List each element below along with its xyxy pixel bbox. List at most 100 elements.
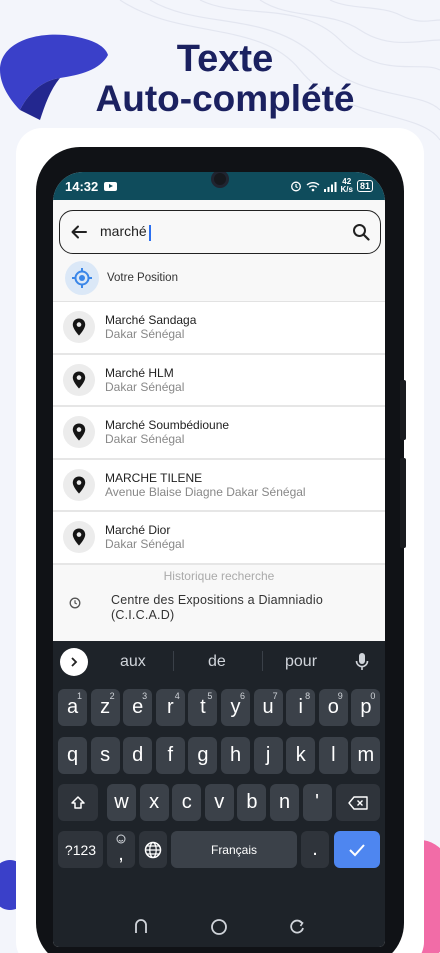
youtube-icon: [104, 181, 118, 191]
key-row-2: qsdfghjklm: [53, 737, 385, 775]
microphone-icon[interactable]: [355, 652, 369, 672]
key-r3-3[interactable]: v: [204, 784, 234, 821]
key-row-3: w x c v b n ': [53, 784, 385, 822]
key-r1-1[interactable]: z2: [90, 689, 120, 726]
network-speed: 42 K/s: [340, 177, 353, 194]
result-name: Marché Dior: [105, 523, 171, 538]
location-pin-icon: [63, 363, 95, 396]
period-key[interactable]: .: [301, 831, 329, 868]
location-pin-icon: [63, 311, 95, 344]
key-r1-9[interactable]: p0: [351, 689, 381, 726]
key-r2-3[interactable]: f: [155, 737, 185, 774]
key-r2-5[interactable]: h: [221, 737, 250, 774]
result-address: Dakar Sénégal: [105, 537, 185, 552]
back-arrow-icon[interactable]: [70, 223, 88, 241]
navigation-bar: [53, 907, 385, 947]
location-pin-icon: [63, 468, 95, 501]
search-input[interactable]: marché: [100, 223, 352, 241]
result-item[interactable]: MARCHE TILENE Avenue Blaise Diagne Dakar …: [53, 459, 385, 512]
nav-home-icon[interactable]: [210, 918, 228, 936]
phone-power-button: [400, 458, 406, 548]
gps-target-icon: [65, 260, 99, 295]
result-address: Dakar Sénégal: [105, 432, 185, 447]
key-r3-0[interactable]: w: [107, 784, 136, 821]
history-item[interactable]: Centre des Expositions a Diamniadio (C.I.…: [53, 585, 385, 633]
status-bar: 14:32 42 K/s 81: [53, 172, 385, 200]
key-r1-3[interactable]: r4: [155, 689, 185, 726]
location-pin-icon: [63, 521, 95, 554]
space-key[interactable]: Français: [171, 831, 297, 868]
key-r2-4[interactable]: g: [188, 737, 218, 774]
wifi-icon: [306, 181, 319, 191]
result-name: Marché Soumbédioune: [105, 418, 230, 433]
key-r3-6[interactable]: ': [302, 784, 332, 821]
key-r2-6[interactable]: j: [253, 737, 283, 774]
suggestion-3[interactable]: pour: [285, 653, 317, 671]
emoji-comma-key[interactable]: ,: [107, 831, 135, 868]
key-r2-0[interactable]: q: [58, 737, 87, 774]
symbols-key[interactable]: ?123: [58, 831, 103, 868]
key-r2-9[interactable]: m: [351, 737, 381, 774]
result-name: Marché HLM: [105, 365, 174, 380]
key-r1-7[interactable]: i8: [286, 689, 316, 726]
nav-recents-icon[interactable]: [133, 919, 149, 935]
shift-key[interactable]: [58, 784, 98, 821]
results-list: Marché Sandaga Dakar Sénégal Marché HLM Dak…: [53, 302, 385, 565]
key-r3-1[interactable]: x: [139, 784, 169, 821]
camera-notch: [211, 172, 229, 188]
history-text-line1: Centre des Expositions a Diamniadio: [111, 592, 323, 607]
battery-indicator: 81: [356, 180, 373, 192]
location-pin-icon: [63, 416, 95, 449]
current-position-label: Votre Position: [107, 271, 178, 284]
key-row-4: ?123 , Français .: [53, 831, 385, 869]
key-r2-2[interactable]: d: [123, 737, 153, 774]
backspace-key[interactable]: [336, 784, 380, 821]
enter-key[interactable]: [334, 831, 380, 868]
history-list: Centre des Expositions a Diamniadio (C.I.…: [53, 585, 385, 633]
key-r1-6[interactable]: u7: [253, 689, 283, 726]
signal-icon: [323, 181, 337, 192]
key-r2-8[interactable]: l: [318, 737, 348, 774]
key-r1-0[interactable]: a1: [58, 689, 87, 726]
key-r1-5[interactable]: y6: [221, 689, 250, 726]
phone-volume-button: [400, 380, 406, 440]
search-bar[interactable]: marché: [59, 210, 381, 254]
key-r3-5[interactable]: n: [270, 784, 299, 821]
suggestion-1[interactable]: aux: [120, 653, 146, 671]
keyboard: aux de pour a1z2e3r4t5y6u7i8o9p0 qsdfghj…: [53, 641, 385, 947]
key-r1-8[interactable]: o9: [318, 689, 348, 726]
key-r1-2[interactable]: e3: [123, 689, 153, 726]
key-r3-2[interactable]: c: [172, 784, 202, 821]
globe-icon: [144, 841, 162, 858]
key-r3-4[interactable]: b: [237, 784, 267, 821]
promo-title-line2: Auto-complété: [95, 78, 355, 119]
suggestion-2[interactable]: de: [208, 653, 226, 671]
key-r2-1[interactable]: s: [90, 737, 120, 774]
emoji-icon: [116, 834, 126, 844]
current-position-item[interactable]: Votre Position: [53, 254, 385, 302]
result-address: Dakar Sénégal: [105, 379, 185, 394]
search-icon[interactable]: [352, 223, 370, 241]
result-address: Avenue Blaise Diagne Dakar Sénégal: [105, 484, 306, 499]
expand-toolbar-button[interactable]: [60, 648, 88, 676]
key-row-1: a1z2e3r4t5y6u7i8o9p0: [53, 689, 385, 727]
history-text-line2: (C.I.C.A.D): [111, 607, 175, 622]
result-item[interactable]: Marché Soumbédioune Dakar Sénégal: [53, 407, 385, 460]
result-name: MARCHE TILENE: [105, 470, 203, 485]
key-r1-4[interactable]: t5: [188, 689, 218, 726]
key-r2-7[interactable]: k: [286, 737, 316, 774]
result-address: Dakar Sénégal: [105, 327, 185, 342]
phone-screen: 14:32 42 K/s 81 marché Votre Position Mar…: [53, 172, 385, 947]
result-item[interactable]: Marché Dior Dakar Sénégal: [53, 512, 385, 565]
clock-icon: [69, 597, 81, 608]
result-name: Marché Sandaga: [105, 313, 197, 328]
history-title: Historique recherche: [163, 568, 275, 583]
nav-back-icon[interactable]: [289, 919, 305, 935]
result-item[interactable]: Marché HLM Dakar Sénégal: [53, 354, 385, 407]
checkmark-icon: [349, 843, 365, 856]
language-key[interactable]: [139, 831, 167, 868]
promo-title-line1: Texte: [176, 38, 274, 80]
result-item[interactable]: Marché Sandaga Dakar Sénégal: [53, 302, 385, 355]
alarm-icon: [290, 181, 301, 192]
shift-arrow-icon: [71, 795, 85, 809]
